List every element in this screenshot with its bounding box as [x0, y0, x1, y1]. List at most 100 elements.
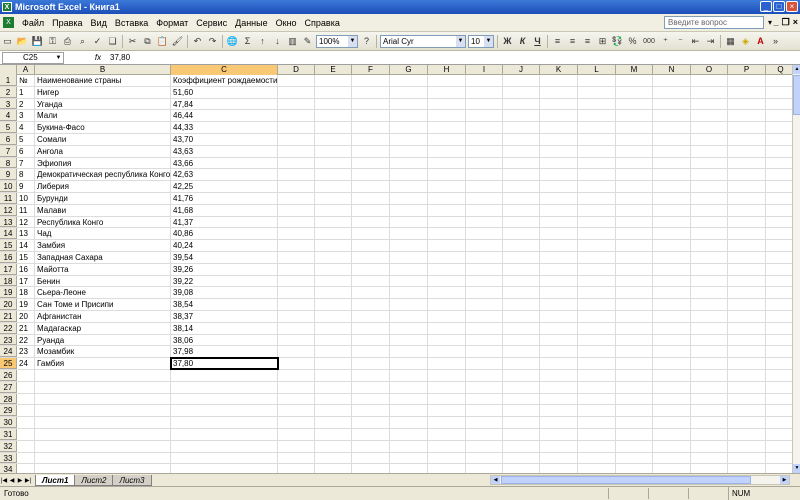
column-header-l[interactable]: L: [578, 65, 616, 75]
column-header-a[interactable]: A: [17, 65, 35, 75]
cell-p29[interactable]: [728, 405, 766, 417]
cell-b5[interactable]: Букина-Фасо: [35, 122, 171, 133]
cell-g2[interactable]: [390, 86, 428, 98]
cell-a21[interactable]: 20: [17, 311, 35, 322]
cell-b9[interactable]: Демократическая республика Конго: [35, 169, 171, 181]
cell-f11[interactable]: [352, 193, 390, 204]
row-header[interactable]: 9: [0, 169, 17, 181]
cell-b11[interactable]: Бурунди: [35, 193, 171, 204]
cell-q34[interactable]: [766, 464, 792, 473]
cell-q29[interactable]: [766, 405, 792, 416]
bold-button[interactable]: Ж: [501, 35, 514, 48]
cell-h10[interactable]: [428, 181, 466, 192]
row-header[interactable]: 23: [0, 334, 17, 346]
cell-h29[interactable]: [428, 405, 466, 417]
cell-o22[interactable]: [691, 322, 728, 334]
cell-i32[interactable]: [466, 440, 503, 452]
cell-q27[interactable]: [766, 382, 792, 393]
cell-h15[interactable]: [428, 240, 466, 251]
cell-l7[interactable]: [578, 145, 616, 157]
cell-o3[interactable]: [691, 98, 728, 110]
cell-l3[interactable]: [578, 98, 616, 110]
close-button[interactable]: ×: [786, 1, 798, 12]
cell-j16[interactable]: [503, 252, 540, 263]
cell-p9[interactable]: [728, 169, 766, 181]
scroll-down-icon[interactable]: ▼: [793, 464, 800, 473]
cell-b8[interactable]: Эфиопия: [35, 157, 171, 169]
cell-k27[interactable]: [540, 381, 578, 393]
cell-b33[interactable]: [35, 452, 171, 464]
cell-k13[interactable]: [540, 216, 578, 228]
cell-h11[interactable]: [428, 193, 466, 204]
cell-i19[interactable]: [466, 287, 503, 299]
cell-e8[interactable]: [315, 157, 352, 169]
insert-function-icon[interactable]: fx: [90, 53, 106, 62]
cell-c8[interactable]: 43,66: [171, 157, 278, 169]
cell-g21[interactable]: [390, 311, 428, 322]
cell-p13[interactable]: [728, 216, 766, 228]
menu-insert[interactable]: Вставка: [111, 18, 152, 28]
cell-l20[interactable]: [578, 299, 616, 310]
cell-q17[interactable]: [766, 264, 792, 275]
cell-a17[interactable]: 16: [17, 263, 35, 275]
cell-m14[interactable]: [616, 228, 653, 240]
cell-f26[interactable]: [352, 370, 390, 381]
cell-g9[interactable]: [390, 169, 428, 181]
cell-m33[interactable]: [616, 452, 653, 464]
cell-k1[interactable]: [540, 75, 578, 86]
cell-c14[interactable]: 40,86: [171, 228, 278, 240]
cell-n32[interactable]: [653, 440, 691, 452]
cell-k25[interactable]: [540, 358, 578, 369]
cell-o26[interactable]: [691, 370, 728, 381]
cell-q3[interactable]: [766, 99, 792, 110]
cell-c7[interactable]: 43,63: [171, 145, 278, 157]
cell-b17[interactable]: Майотта: [35, 263, 171, 275]
column-header-j[interactable]: J: [503, 65, 540, 75]
new-document-icon[interactable]: ▭: [1, 35, 14, 48]
column-header-m[interactable]: M: [616, 65, 653, 75]
cell-e10[interactable]: [315, 181, 352, 192]
cell-e13[interactable]: [315, 216, 352, 228]
cell-j29[interactable]: [503, 405, 540, 417]
paste-icon[interactable]: 📋: [156, 35, 169, 48]
cell-b29[interactable]: [35, 405, 171, 417]
menu-edit[interactable]: Правка: [48, 18, 86, 28]
cell-i25[interactable]: [466, 358, 503, 369]
cell-j27[interactable]: [503, 381, 540, 393]
cell-i5[interactable]: [466, 122, 503, 133]
cell-m8[interactable]: [616, 157, 653, 169]
cell-i23[interactable]: [466, 334, 503, 346]
cell-h1[interactable]: [428, 75, 466, 86]
cell-l15[interactable]: [578, 240, 616, 251]
cell-e29[interactable]: [315, 405, 352, 417]
cell-f10[interactable]: [352, 181, 390, 192]
cell-f30[interactable]: [352, 417, 390, 428]
column-header-h[interactable]: H: [428, 65, 466, 75]
cell-d26[interactable]: [278, 370, 315, 381]
cell-c5[interactable]: 44,33: [171, 122, 278, 133]
cell-a11[interactable]: 10: [17, 193, 35, 204]
cell-o33[interactable]: [691, 452, 728, 464]
cell-d33[interactable]: [278, 452, 315, 464]
increase-indent-icon[interactable]: ⇥: [704, 35, 717, 48]
cell-a8[interactable]: 7: [17, 157, 35, 169]
cell-h2[interactable]: [428, 86, 466, 98]
cell-k6[interactable]: [540, 134, 578, 145]
cell-g34[interactable]: [390, 464, 428, 473]
row-header[interactable]: 27: [0, 381, 17, 393]
cell-e24[interactable]: [315, 346, 352, 358]
cell-e30[interactable]: [315, 417, 352, 428]
cell-o27[interactable]: [691, 381, 728, 393]
cell-d20[interactable]: [278, 299, 315, 310]
row-header[interactable]: 29: [0, 405, 17, 417]
cell-l26[interactable]: [578, 370, 616, 381]
cell-d8[interactable]: [278, 157, 315, 169]
cell-f27[interactable]: [352, 381, 390, 393]
cell-l17[interactable]: [578, 263, 616, 275]
cell-n23[interactable]: [653, 334, 691, 346]
cell-k9[interactable]: [540, 169, 578, 181]
cell-i10[interactable]: [466, 181, 503, 192]
cell-o13[interactable]: [691, 216, 728, 228]
cell-a6[interactable]: 5: [17, 134, 35, 145]
cell-m21[interactable]: [616, 311, 653, 322]
